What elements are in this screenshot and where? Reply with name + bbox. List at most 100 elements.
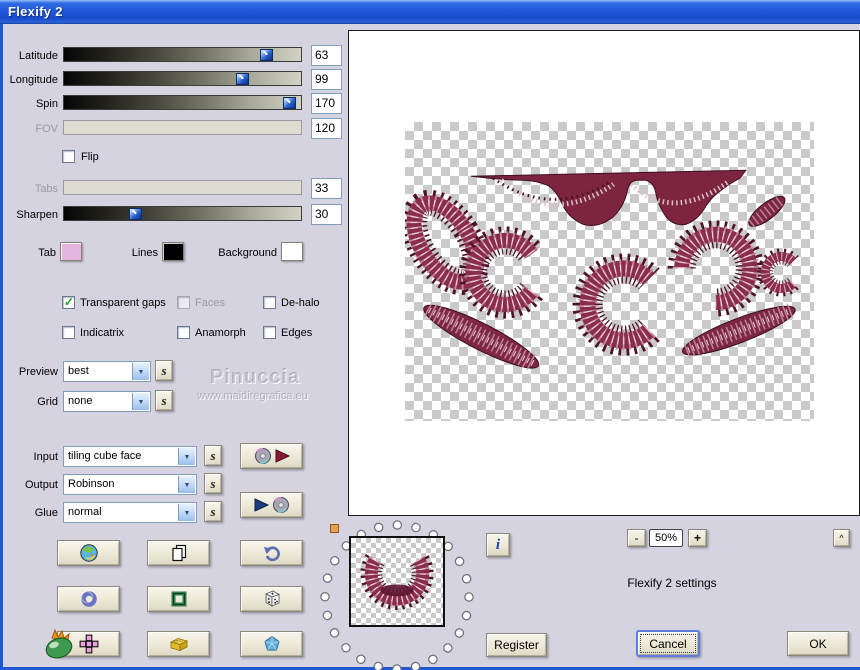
longitude-slider[interactable] bbox=[63, 71, 302, 86]
register-button-label: Register bbox=[494, 638, 539, 652]
preview-combo-value: best bbox=[68, 365, 89, 377]
fov-slider bbox=[63, 120, 302, 135]
output-shuffle-button[interactable]: s bbox=[204, 473, 222, 494]
input-combo-value: tiling cube face bbox=[68, 450, 142, 462]
chevron-down-icon[interactable]: ▼ bbox=[178, 448, 195, 465]
tab-color-label: Tab bbox=[38, 247, 56, 259]
planet-button[interactable] bbox=[57, 540, 120, 566]
settings-caption: Flexify 2 settings bbox=[627, 576, 717, 590]
background-color-swatch[interactable] bbox=[281, 242, 303, 261]
sharpen-value[interactable]: 30 bbox=[311, 204, 342, 225]
undo-button[interactable] bbox=[240, 540, 303, 566]
source-thumbnail[interactable] bbox=[349, 536, 445, 627]
output-combo-value: Robinson bbox=[68, 478, 115, 490]
anamorph-label: Anamorph bbox=[195, 327, 246, 339]
background-color-label: Background bbox=[218, 247, 277, 259]
spin-slider[interactable] bbox=[63, 95, 302, 110]
flaming-pear-logo-icon bbox=[45, 628, 73, 659]
output-combo-label: Output bbox=[24, 479, 58, 491]
preview-panel[interactable] bbox=[348, 30, 860, 516]
longitude-value[interactable]: 99 bbox=[311, 69, 342, 90]
collapse-button[interactable]: ^ bbox=[833, 529, 850, 547]
flip-checkbox[interactable] bbox=[62, 150, 75, 163]
edges-label: Edges bbox=[281, 327, 313, 339]
tab-color-swatch[interactable] bbox=[60, 242, 82, 261]
preview-shuffle-button[interactable]: s bbox=[155, 360, 173, 381]
preview-combo-label: Preview bbox=[18, 366, 58, 378]
longitude-label: Longitude bbox=[9, 74, 58, 86]
cancel-button[interactable]: Cancel bbox=[636, 630, 700, 657]
spin-slider-thumb[interactable] bbox=[283, 97, 296, 109]
ok-button[interactable]: OK bbox=[787, 631, 849, 656]
zoom-in-button[interactable]: + bbox=[688, 529, 707, 547]
polyhedron-button[interactable] bbox=[240, 631, 303, 657]
save-settings-button[interactable] bbox=[240, 492, 303, 518]
ring-marker-square[interactable] bbox=[330, 524, 339, 533]
play-cd-icon bbox=[254, 497, 289, 513]
watermark-name: Pinuccia bbox=[209, 366, 301, 388]
tabs-label: Tabs bbox=[34, 183, 58, 195]
latitude-slider[interactable] bbox=[63, 47, 302, 62]
flexify-dialog: Flexify 2 Latitude 63 Longitude 99 Spin … bbox=[0, 0, 860, 670]
glue-combo-value: normal bbox=[68, 506, 102, 518]
fov-label: FOV bbox=[35, 123, 58, 135]
preview-artwork bbox=[401, 169, 799, 372]
sharpen-slider-thumb[interactable] bbox=[129, 208, 142, 220]
indicatrix-checkbox[interactable] bbox=[62, 326, 75, 339]
chevron-down-icon[interactable]: ▼ bbox=[132, 363, 149, 380]
chevron-down-icon[interactable]: ▼ bbox=[178, 476, 195, 493]
ok-button-label: OK bbox=[809, 636, 827, 651]
latitude-slider-thumb[interactable] bbox=[260, 49, 273, 61]
input-combo[interactable]: tiling cube face ▼ bbox=[63, 446, 197, 467]
shuffle-s-icon: s bbox=[161, 392, 167, 408]
register-button[interactable]: Register bbox=[486, 633, 547, 657]
copy-button[interactable] bbox=[147, 540, 210, 566]
info-button[interactable]: i bbox=[486, 533, 510, 557]
ring-button[interactable] bbox=[57, 586, 120, 612]
preview-transparency-checker bbox=[401, 122, 814, 421]
edges-checkbox[interactable] bbox=[263, 326, 276, 339]
plus-icon: + bbox=[693, 531, 701, 545]
output-combo[interactable]: Robinson ▼ bbox=[63, 474, 197, 495]
grid-combo-label: Grid bbox=[37, 396, 58, 408]
indicatrix-label: Indicatrix bbox=[80, 327, 125, 339]
fov-value[interactable]: 120 bbox=[311, 118, 342, 139]
chevron-down-icon[interactable]: ▼ bbox=[178, 504, 195, 521]
glue-combo[interactable]: normal ▼ bbox=[63, 502, 197, 523]
sharpen-slider[interactable] bbox=[63, 206, 302, 221]
tabs-value[interactable]: 33 bbox=[311, 178, 342, 199]
window-border-left bbox=[0, 24, 3, 670]
lines-color-swatch[interactable] bbox=[162, 242, 184, 261]
dehalo-checkbox[interactable] bbox=[263, 296, 276, 309]
preview-combo[interactable]: best ▼ bbox=[63, 361, 151, 382]
chevron-down-icon[interactable]: ▼ bbox=[132, 393, 149, 410]
cube-net-icon bbox=[79, 634, 98, 654]
brick-button[interactable] bbox=[147, 631, 210, 657]
spin-value[interactable]: 170 bbox=[311, 93, 342, 114]
glue-shuffle-button[interactable]: s bbox=[204, 501, 222, 522]
tabs-slider bbox=[63, 180, 302, 195]
title-bar[interactable]: Flexify 2 bbox=[0, 0, 860, 24]
faces-checkbox bbox=[177, 296, 190, 309]
anamorph-checkbox[interactable] bbox=[177, 326, 190, 339]
latitude-value[interactable]: 63 bbox=[311, 45, 342, 66]
shuffle-s-icon: s bbox=[161, 362, 167, 378]
grid-combo[interactable]: none ▼ bbox=[63, 391, 151, 412]
transparent-gaps-checkbox[interactable] bbox=[62, 295, 75, 309]
zoom-out-button[interactable]: - bbox=[627, 529, 646, 547]
transparent-gaps-label: Transparent gaps bbox=[80, 297, 166, 309]
ring-icon bbox=[80, 590, 97, 607]
dice-icon bbox=[264, 590, 280, 607]
longitude-slider-thumb[interactable] bbox=[236, 73, 249, 85]
lines-color-label: Lines bbox=[131, 247, 158, 259]
load-settings-button[interactable] bbox=[240, 443, 303, 469]
square-frame-icon bbox=[171, 591, 186, 607]
grid-shuffle-button[interactable]: s bbox=[155, 390, 173, 411]
glue-combo-label: Glue bbox=[34, 507, 58, 519]
watermark-url: www.maidiregrafica.eu bbox=[197, 390, 308, 402]
dice-button[interactable] bbox=[240, 586, 303, 612]
frame-button[interactable] bbox=[147, 586, 210, 612]
lego-brick-icon bbox=[169, 638, 188, 652]
caret-up-icon: ^ bbox=[839, 533, 844, 543]
input-shuffle-button[interactable]: s bbox=[204, 445, 222, 466]
